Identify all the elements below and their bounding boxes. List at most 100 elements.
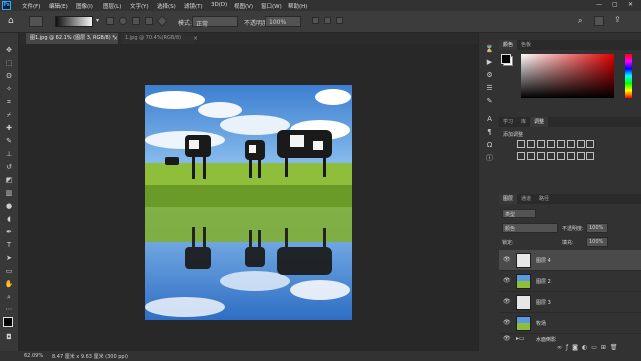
- layer-row[interactable]: 👁 牧场: [499, 313, 641, 334]
- curves-icon[interactable]: [536, 140, 545, 148]
- levels-icon[interactable]: [526, 140, 535, 148]
- close-window-button[interactable]: ✕: [628, 1, 633, 8]
- menu-layer[interactable]: 图层(L): [103, 2, 121, 10]
- linear-gradient-button[interactable]: [106, 17, 114, 25]
- glyphs-icon[interactable]: Ω: [485, 141, 494, 150]
- play-actions-icon[interactable]: ▶: [485, 58, 494, 67]
- opacity-input[interactable]: 100%: [265, 16, 301, 27]
- hue-saturation-icon[interactable]: [566, 140, 575, 148]
- tab-paths[interactable]: 路径: [535, 194, 553, 204]
- menu-view[interactable]: 视图(V): [234, 2, 253, 10]
- brush-settings-icon[interactable]: ✎: [485, 97, 494, 106]
- menu-image[interactable]: 图像(I): [76, 2, 93, 10]
- chevron-down-icon[interactable]: ▾: [96, 17, 99, 24]
- invert-icon[interactable]: [546, 152, 555, 160]
- tab-document-2[interactable]: 1.jpg @ 70.4%(RGB/8): [121, 33, 193, 44]
- eye-icon[interactable]: 👁: [503, 335, 511, 342]
- menu-help[interactable]: 帮助(H): [288, 2, 307, 10]
- fill-input[interactable]: 100%: [586, 237, 608, 247]
- gradient-map-icon[interactable]: [576, 152, 585, 160]
- radial-gradient-button[interactable]: [119, 17, 127, 25]
- tab-layers[interactable]: 图层: [499, 194, 518, 204]
- share-icon[interactable]: ⇪: [614, 15, 621, 24]
- tool-preset-picker[interactable]: [29, 16, 43, 27]
- brush-tool-icon[interactable]: ✎: [4, 136, 14, 146]
- clone-stamp-tool-icon[interactable]: ⊥: [4, 149, 14, 159]
- blend-mode-select[interactable]: 颜色: [502, 223, 558, 233]
- path-selection-tool-icon[interactable]: ➤: [4, 253, 14, 263]
- layer-row[interactable]: 👁 图层 4: [499, 250, 641, 271]
- menu-window[interactable]: 窗口(W): [261, 2, 282, 10]
- layers-opacity-input[interactable]: 100%: [586, 223, 608, 233]
- move-tool-icon[interactable]: ✥: [4, 45, 14, 55]
- menu-edit[interactable]: 编辑(E): [49, 2, 68, 10]
- zoom-tool-icon[interactable]: ⌕: [4, 292, 14, 302]
- color-lookup-icon[interactable]: [536, 152, 545, 160]
- minimize-button[interactable]: —: [596, 1, 602, 8]
- history-panel-icon[interactable]: ⌛: [485, 45, 494, 54]
- tab-adjustments[interactable]: 调整: [530, 117, 549, 127]
- new-layer-icon[interactable]: ⊞: [601, 344, 610, 351]
- dither-checkbox[interactable]: [324, 17, 331, 24]
- quick-mask-icon[interactable]: ◘: [4, 332, 14, 342]
- brightness-icon[interactable]: [517, 140, 525, 148]
- link-icon[interactable]: ∞: [557, 344, 566, 351]
- tab-document-1[interactable]: 图1.jpg @ 62.1% (图层 3, RGB/8) *: [26, 33, 118, 44]
- threshold-icon[interactable]: [566, 152, 575, 160]
- posterize-icon[interactable]: [556, 152, 565, 160]
- tab-close-icon[interactable]: ×: [193, 35, 198, 42]
- eraser-tool-icon[interactable]: ◩: [4, 175, 14, 185]
- foreground-color-swatch[interactable]: [3, 317, 13, 327]
- eye-icon[interactable]: 👁: [503, 277, 511, 284]
- hand-tool-icon[interactable]: ✋: [4, 279, 14, 289]
- gradient-swatch[interactable]: [55, 16, 93, 27]
- vibrance-icon[interactable]: [556, 140, 565, 148]
- layer-kind-filter[interactable]: 类型: [502, 209, 536, 218]
- menu-filter[interactable]: 滤镜(T): [184, 2, 203, 10]
- rectangle-tool-icon[interactable]: ▭: [4, 266, 14, 276]
- reflected-gradient-button[interactable]: [145, 17, 153, 25]
- search-icon[interactable]: ⌕: [578, 16, 582, 26]
- mask-icon[interactable]: ◙: [572, 344, 582, 351]
- workspace-icon[interactable]: [594, 16, 604, 26]
- color-field[interactable]: [521, 54, 614, 98]
- tab-swatches[interactable]: 色板: [517, 40, 535, 50]
- maximize-button[interactable]: ▢: [612, 1, 618, 8]
- more-tools-icon[interactable]: ⋯: [4, 304, 14, 314]
- paragraph-panel-icon[interactable]: ¶: [485, 128, 494, 137]
- eye-icon[interactable]: 👁: [503, 256, 511, 263]
- pen-tool-icon[interactable]: ✒: [4, 227, 14, 237]
- layer-row[interactable]: 👁 图层 2: [499, 271, 641, 292]
- transparency-checkbox[interactable]: [336, 17, 343, 24]
- channel-mixer-icon[interactable]: [526, 152, 535, 160]
- character-panel-icon[interactable]: A: [485, 115, 494, 124]
- lasso-tool-icon[interactable]: ʘ: [4, 71, 14, 81]
- zoom-level[interactable]: 62.09%: [24, 353, 43, 359]
- menu-select[interactable]: 选择(S): [157, 2, 176, 10]
- eye-icon[interactable]: 👁: [503, 319, 511, 326]
- menu-file[interactable]: 文件(F): [22, 2, 40, 10]
- new-group-icon[interactable]: ▭: [591, 344, 601, 351]
- exposure-icon[interactable]: [546, 140, 555, 148]
- tab-color[interactable]: 颜色: [499, 40, 518, 50]
- history-brush-tool-icon[interactable]: ↺: [4, 162, 14, 172]
- black-white-icon[interactable]: [586, 140, 595, 148]
- tab-learn[interactable]: 学习: [499, 117, 517, 127]
- crop-tool-icon[interactable]: ⌗: [4, 97, 14, 107]
- magic-wand-tool-icon[interactable]: ✧: [4, 84, 14, 94]
- eyedropper-tool-icon[interactable]: ⌿: [4, 110, 14, 120]
- tab-libraries[interactable]: 库: [517, 117, 530, 127]
- tab-channels[interactable]: 通道: [517, 194, 535, 204]
- photo-filter-icon[interactable]: [517, 152, 525, 160]
- menu-type[interactable]: 文字(Y): [130, 2, 149, 10]
- diamond-gradient-button[interactable]: [156, 15, 168, 27]
- gradient-tool-icon[interactable]: ▥: [4, 188, 14, 198]
- angle-gradient-button[interactable]: [132, 17, 140, 25]
- new-adjustment-icon[interactable]: ◐: [582, 344, 591, 351]
- color-balance-icon[interactable]: [576, 140, 585, 148]
- layer-row[interactable]: 👁 ▸▭ 水面倒影: [499, 334, 641, 344]
- layer-row[interactable]: 👁 图层 3: [499, 292, 641, 313]
- marquee-tool-icon[interactable]: ⬚: [4, 58, 14, 68]
- reverse-checkbox[interactable]: [312, 17, 319, 24]
- type-tool-icon[interactable]: T: [4, 240, 14, 250]
